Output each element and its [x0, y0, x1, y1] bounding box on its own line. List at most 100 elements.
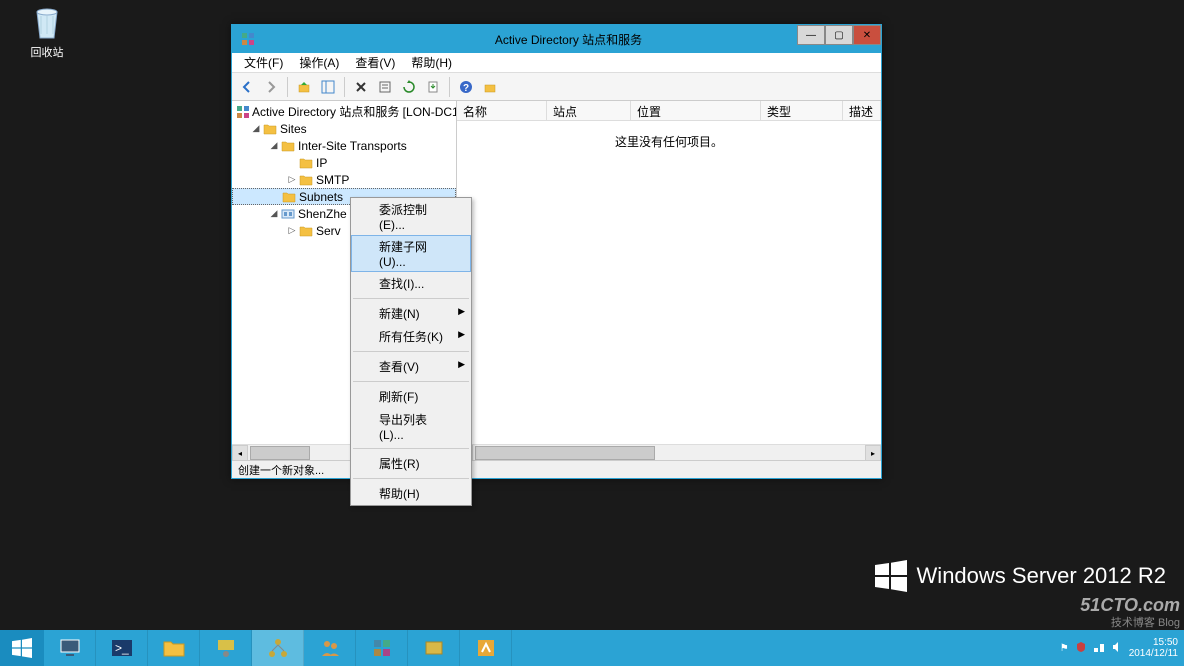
tree-sites[interactable]: ◢ Sites: [232, 120, 456, 137]
content-area: Active Directory 站点和服务 [LON-DC1.ac ◢ Sit…: [232, 101, 881, 460]
properties-button[interactable]: [374, 76, 396, 98]
delete-button[interactable]: [350, 76, 372, 98]
submenu-arrow-icon: ▶: [458, 329, 465, 340]
watermark: 51CTO.com 技术博客 Blog: [1080, 595, 1180, 630]
tree-root[interactable]: Active Directory 站点和服务 [LON-DC1.ac: [232, 103, 456, 120]
taskbar-ad-sites[interactable]: [252, 630, 304, 666]
menu-separator: [353, 298, 469, 299]
folder-icon: [280, 139, 296, 153]
menu-separator: [353, 448, 469, 449]
tree-subnets-label: Subnets: [299, 190, 343, 204]
show-hide-tree-button[interactable]: [317, 76, 339, 98]
menu-help[interactable]: 帮助(H): [403, 52, 460, 73]
menu-view[interactable]: 查看(V): [347, 52, 403, 73]
watermark-line1: 51CTO.com: [1080, 595, 1180, 617]
taskbar-ad-users[interactable]: [304, 630, 356, 666]
expander-icon[interactable]: ◢: [268, 140, 280, 151]
cm-new-subnet[interactable]: 新建子网(U)...: [351, 235, 471, 272]
svg-text:?: ?: [463, 83, 469, 94]
maximize-button[interactable]: ▢: [825, 25, 853, 45]
folder-icon: [298, 224, 314, 238]
expander-icon[interactable]: ▷: [286, 174, 298, 185]
up-button[interactable]: [293, 76, 315, 98]
app-icon: [240, 31, 256, 47]
windows-server-branding: Windows Server 2012 R2: [875, 560, 1166, 592]
tray-volume-icon[interactable]: [1111, 641, 1123, 656]
scroll-left-icon[interactable]: ◂: [232, 445, 248, 460]
close-button[interactable]: ✕: [853, 25, 881, 45]
tray-security-icon[interactable]: [1075, 641, 1087, 656]
start-button[interactable]: [0, 630, 44, 666]
forward-button[interactable]: [260, 76, 282, 98]
tray-flag-icon[interactable]: ⚑: [1060, 643, 1069, 654]
system-tray: ⚑ 15:50 2014/12/11: [1054, 630, 1184, 666]
statusbar: 创建一个新对象...: [232, 460, 881, 478]
expander-icon[interactable]: ◢: [250, 123, 262, 134]
svg-text:>_: >_: [115, 641, 129, 655]
taskbar-server-manager[interactable]: [44, 630, 96, 666]
watermark-line2: 技术博客 Blog: [1080, 617, 1180, 630]
tree-inter-site-transports[interactable]: ◢ Inter-Site Transports: [232, 137, 456, 154]
col-name[interactable]: 名称: [457, 101, 547, 120]
list-hscrollbar[interactable]: ◂ ▸: [457, 444, 881, 460]
col-site[interactable]: 站点: [547, 101, 631, 120]
tree-smtp[interactable]: ▷ SMTP: [232, 171, 456, 188]
refresh-button[interactable]: [398, 76, 420, 98]
recycle-bin-icon: [27, 2, 67, 42]
expander-icon[interactable]: ◢: [268, 208, 280, 219]
menu-separator: [353, 478, 469, 479]
cm-new[interactable]: 新建(N)▶: [351, 302, 471, 325]
taskbar-ad-domains[interactable]: [356, 630, 408, 666]
tray-network-icon[interactable]: [1093, 641, 1105, 656]
tray-time: 15:50: [1129, 637, 1178, 648]
minimize-button[interactable]: —: [797, 25, 825, 45]
taskbar-item-9[interactable]: [460, 630, 512, 666]
help-button[interactable]: ?: [455, 76, 477, 98]
windows-logo-icon: [875, 560, 907, 592]
folder-icon: [281, 190, 297, 204]
ad-sites-services-window: Active Directory 站点和服务 — ▢ ✕ 文件(F) 操作(A)…: [231, 24, 882, 479]
col-desc[interactable]: 描述: [843, 101, 881, 120]
window-title: Active Directory 站点和服务: [256, 31, 881, 48]
tree-shenzhen-label: ShenZhe: [298, 207, 347, 221]
menubar: 文件(F) 操作(A) 查看(V) 帮助(H): [232, 53, 881, 73]
cm-all-tasks[interactable]: 所有任务(K)▶: [351, 325, 471, 348]
cm-delegate-control[interactable]: 委派控制(E)...: [351, 198, 471, 235]
submenu-arrow-icon: ▶: [458, 359, 465, 370]
taskbar: >_ ⚑ 15:50 2014/12/11: [0, 630, 1184, 666]
col-location[interactable]: 位置: [631, 101, 761, 120]
cm-view[interactable]: 查看(V)▶: [351, 355, 471, 378]
context-menu: 委派控制(E)... 新建子网(U)... 查找(I)... 新建(N)▶ 所有…: [350, 197, 472, 506]
taskbar-powershell[interactable]: >_: [96, 630, 148, 666]
tree-smtp-label: SMTP: [316, 173, 349, 187]
cm-properties[interactable]: 属性(R): [351, 452, 471, 475]
tray-clock[interactable]: 15:50 2014/12/11: [1129, 637, 1178, 659]
export-button[interactable]: [422, 76, 444, 98]
taskbar-item-8[interactable]: [408, 630, 460, 666]
recycle-bin[interactable]: 回收站: [22, 2, 72, 60]
filter-button[interactable]: [479, 76, 501, 98]
titlebar[interactable]: Active Directory 站点和服务 — ▢ ✕: [232, 25, 881, 53]
taskbar-explorer[interactable]: [148, 630, 200, 666]
cm-export-list[interactable]: 导出列表(L)...: [351, 408, 471, 445]
taskbar-dns[interactable]: [200, 630, 252, 666]
menu-file[interactable]: 文件(F): [236, 52, 291, 73]
back-button[interactable]: [236, 76, 258, 98]
tree-root-label: Active Directory 站点和服务 [LON-DC1.ac: [252, 103, 456, 120]
tree-ip[interactable]: IP: [232, 154, 456, 171]
col-type[interactable]: 类型: [761, 101, 843, 120]
scroll-right-icon[interactable]: ▸: [865, 445, 881, 460]
list-pane: 名称 站点 位置 类型 描述 这里没有任何项目。 ◂ ▸: [457, 101, 881, 460]
empty-message: 这里没有任何项目。: [457, 121, 881, 150]
toolbar: ?: [232, 73, 881, 101]
site-icon: [280, 207, 296, 221]
status-text: 创建一个新对象...: [238, 462, 324, 478]
tray-date: 2014/12/11: [1129, 648, 1178, 659]
cm-refresh[interactable]: 刷新(F): [351, 385, 471, 408]
expander-icon[interactable]: ▷: [286, 225, 298, 236]
cm-find[interactable]: 查找(I)...: [351, 272, 471, 295]
tree-serv-label: Serv: [316, 224, 341, 238]
ad-root-icon: [236, 105, 250, 119]
menu-action[interactable]: 操作(A): [291, 52, 347, 73]
cm-help[interactable]: 帮助(H): [351, 482, 471, 505]
